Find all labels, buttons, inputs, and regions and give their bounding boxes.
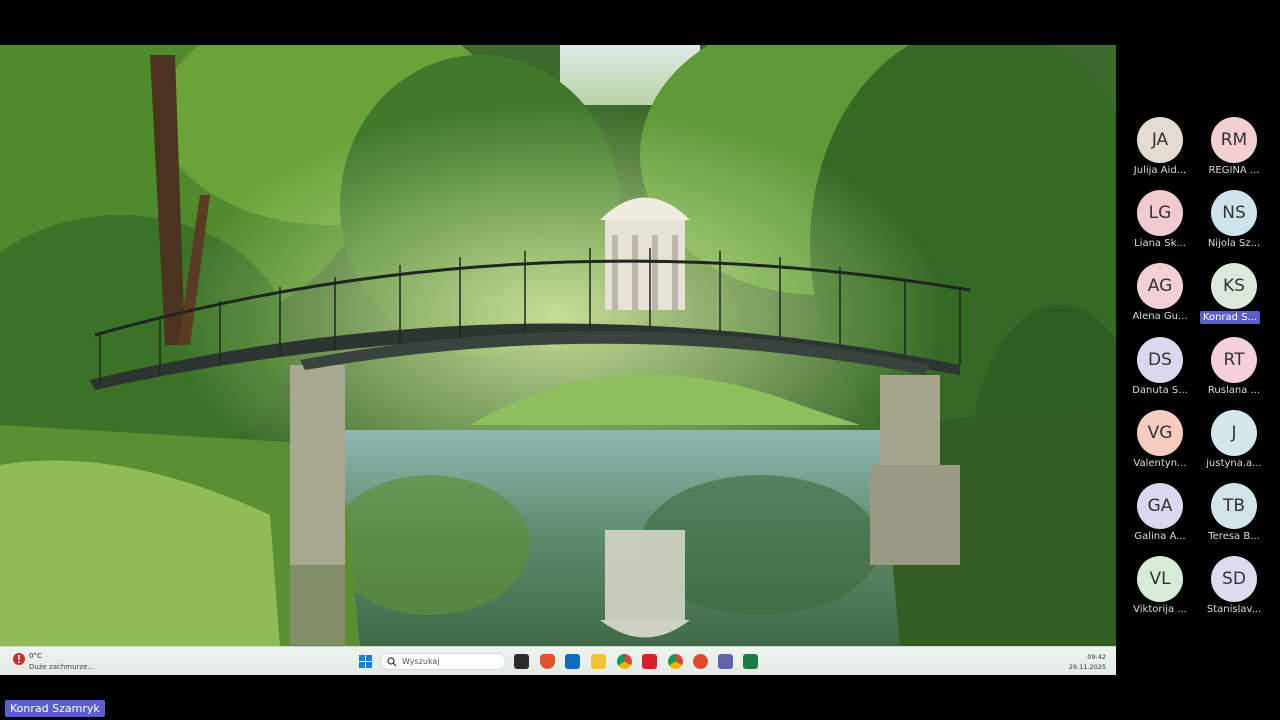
avatar: AG xyxy=(1137,263,1183,309)
participant-name: Danuta S... xyxy=(1132,385,1188,396)
office-icon[interactable] xyxy=(693,654,708,669)
avatar: RM xyxy=(1211,117,1257,163)
folder-icon[interactable] xyxy=(591,654,606,669)
participant-name: Ruslana ... xyxy=(1207,385,1261,396)
participant-tile[interactable]: GA Galina A... xyxy=(1123,483,1197,553)
participant-name: Alena Gu... xyxy=(1132,311,1188,322)
participant-name: Liana Sk... xyxy=(1134,238,1186,249)
search-icon xyxy=(387,657,397,667)
chrome-profile-icon[interactable] xyxy=(668,654,683,669)
avatar: VL xyxy=(1137,556,1183,602)
participant-tile[interactable]: NS Nijola Sz... xyxy=(1197,190,1271,260)
avatar: KS xyxy=(1211,263,1257,309)
participant-tile[interactable]: RM REGINA ... xyxy=(1197,117,1271,187)
participant-name: Julija Aid... xyxy=(1133,165,1187,176)
participant-name: REGINA ... xyxy=(1208,165,1260,176)
weather-temperature: 0°C xyxy=(29,652,42,660)
participant-tile[interactable]: RT Ruslana ... xyxy=(1197,337,1271,407)
clock-date: 29.11.2025 xyxy=(1068,663,1106,671)
weather-alert-icon xyxy=(13,653,25,665)
participant-tile-active[interactable]: KS Konrad S... xyxy=(1197,263,1271,333)
avatar: NS xyxy=(1211,190,1257,236)
participant-name: Valentyn... xyxy=(1133,458,1187,469)
participant-tile[interactable]: TB Teresa B... xyxy=(1197,483,1271,553)
park-bridge-wallpaper xyxy=(0,45,1116,646)
windows-taskbar: 0°C Duże zachmurze... Wyszukaj 09:42 29.… xyxy=(0,646,1116,675)
weather-description: Duże zachmurze... xyxy=(29,663,95,671)
windows-start-icon[interactable] xyxy=(359,655,372,668)
acrobat-icon[interactable] xyxy=(642,654,657,669)
participant-name: Nijola Sz... xyxy=(1207,238,1261,249)
excel-icon[interactable] xyxy=(743,654,758,669)
taskbar-clock[interactable]: 09:42 29.11.2025 xyxy=(1069,652,1106,672)
avatar: J xyxy=(1211,410,1257,456)
file-explorer-icon[interactable] xyxy=(514,654,529,669)
avatar: SD xyxy=(1211,556,1257,602)
participant-name: Teresa B... xyxy=(1208,531,1260,542)
avatar: TB xyxy=(1211,483,1257,529)
avatar: RT xyxy=(1211,337,1257,383)
participant-name: Galina A... xyxy=(1134,531,1186,542)
avatar: GA xyxy=(1137,483,1183,529)
avatar: JA xyxy=(1137,117,1183,163)
chrome-icon[interactable] xyxy=(617,654,632,669)
avatar: VG xyxy=(1137,410,1183,456)
meeting-stage: 0°C Duże zachmurze... Wyszukaj 09:42 29.… xyxy=(0,0,1280,720)
shared-screen: 0°C Duże zachmurze... Wyszukaj 09:42 29.… xyxy=(0,45,1116,675)
participant-name: Konrad S... xyxy=(1200,311,1260,324)
outlook-icon[interactable] xyxy=(565,654,580,669)
participant-tile[interactable]: SD Stanislav... xyxy=(1197,556,1271,626)
clock-time: 09:42 xyxy=(1087,653,1106,661)
active-speaker-label: Konrad Szamryk xyxy=(5,700,105,717)
participant-name: justyna.a... xyxy=(1206,458,1262,469)
participant-tile[interactable]: LG Liana Sk... xyxy=(1123,190,1197,260)
participant-tile[interactable]: VL Viktorija ... xyxy=(1123,556,1197,626)
taskbar-search[interactable]: Wyszukaj xyxy=(380,653,506,670)
weather-widget[interactable]: 0°C Duże zachmurze... xyxy=(12,651,122,673)
participant-name: Viktorija ... xyxy=(1133,604,1187,615)
participant-tile[interactable]: AG Alena Gu... xyxy=(1123,263,1197,333)
participant-tile[interactable]: DS Danuta S... xyxy=(1123,337,1197,407)
avatar: DS xyxy=(1137,337,1183,383)
participant-tile[interactable]: JA Julija Aid... xyxy=(1123,117,1197,187)
participant-tile[interactable]: VG Valentyn... xyxy=(1123,410,1197,480)
participant-name: Stanislav... xyxy=(1206,604,1262,615)
search-placeholder: Wyszukaj xyxy=(402,657,440,666)
participant-tile[interactable]: J justyna.a... xyxy=(1197,410,1271,480)
brave-icon[interactable] xyxy=(540,654,555,669)
avatar: LG xyxy=(1137,190,1183,236)
teams-icon[interactable] xyxy=(718,654,733,669)
